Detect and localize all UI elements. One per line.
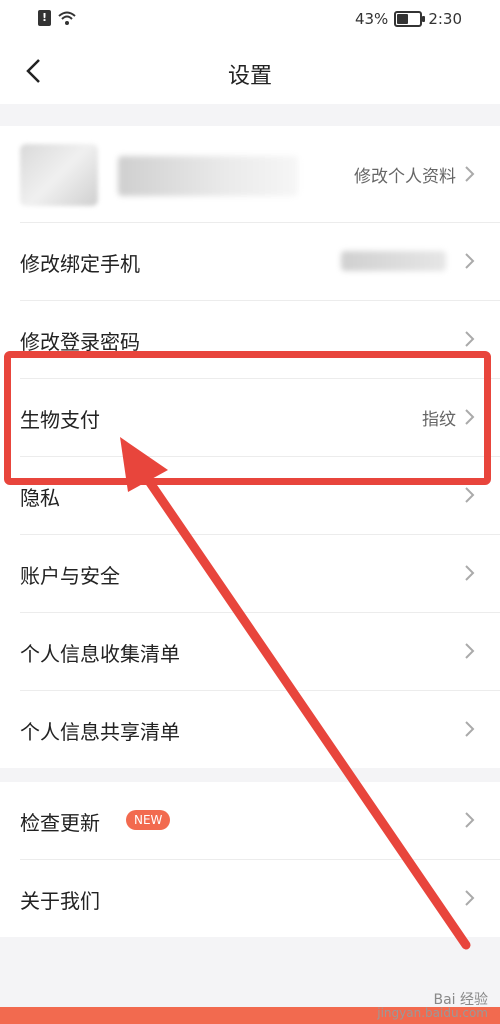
watermark-url: jingyan.baidu.com (377, 1006, 488, 1020)
new-badge: NEW (126, 810, 171, 830)
status-bar: ! 43% 2:30 (0, 0, 500, 40)
item-label: 修改绑定手机 (20, 252, 140, 276)
settings-item-bind-phone[interactable]: 修改绑定手机 (20, 223, 500, 301)
item-label: 隐私 (20, 486, 60, 510)
settings-group-account: 修改个人资料 修改绑定手机 修改登录密码 生物支付 指纹 隐私 账户与安全 个人… (0, 126, 500, 768)
alert-icon: ! (38, 10, 51, 26)
phone-number-blurred (341, 251, 446, 271)
chevron-right-icon (465, 812, 475, 828)
wifi-icon (58, 11, 76, 25)
chevron-right-icon (465, 643, 475, 659)
item-label: 账户与安全 (20, 564, 120, 588)
clock: 2:30 (428, 10, 462, 28)
settings-group-about: 检查更新 NEW 关于我们 (0, 782, 500, 937)
settings-item-biometric-pay[interactable]: 生物支付 指纹 (20, 379, 500, 457)
settings-item-privacy[interactable]: 隐私 (20, 457, 500, 535)
item-label: 检查更新 (20, 811, 100, 835)
username-blurred (118, 156, 298, 196)
profile-row[interactable]: 修改个人资料 (20, 126, 500, 223)
chevron-right-icon (465, 721, 475, 737)
settings-item-info-collection[interactable]: 个人信息收集清单 (20, 613, 500, 691)
battery-icon (394, 11, 426, 27)
settings-item-account-security[interactable]: 账户与安全 (20, 535, 500, 613)
chevron-right-icon (465, 487, 475, 503)
chevron-right-icon (465, 890, 475, 906)
nav-header: 设置 (0, 40, 500, 104)
item-label: 生物支付 (20, 408, 100, 432)
chevron-right-icon (465, 166, 475, 182)
chevron-right-icon (465, 331, 475, 347)
chevron-right-icon (465, 565, 475, 581)
battery-percent: 43% (354, 10, 389, 28)
settings-item-about-us[interactable]: 关于我们 (20, 860, 500, 937)
chevron-right-icon (465, 253, 475, 269)
item-value: 指纹 (422, 410, 456, 430)
page-title: 设置 (227, 64, 272, 89)
edit-profile-label: 修改个人资料 (354, 167, 456, 187)
item-label: 修改登录密码 (20, 330, 140, 354)
watermark: Bai 经验 jingyan.baidu.com (377, 993, 488, 1020)
item-label: 个人信息共享清单 (20, 720, 180, 744)
avatar (20, 144, 98, 206)
settings-item-login-password[interactable]: 修改登录密码 (20, 301, 500, 379)
chevron-right-icon (465, 409, 475, 425)
settings-item-info-sharing[interactable]: 个人信息共享清单 (20, 691, 500, 768)
settings-item-check-update[interactable]: 检查更新 NEW (20, 782, 500, 860)
item-label: 个人信息收集清单 (20, 642, 180, 666)
item-label: 关于我们 (20, 889, 100, 913)
